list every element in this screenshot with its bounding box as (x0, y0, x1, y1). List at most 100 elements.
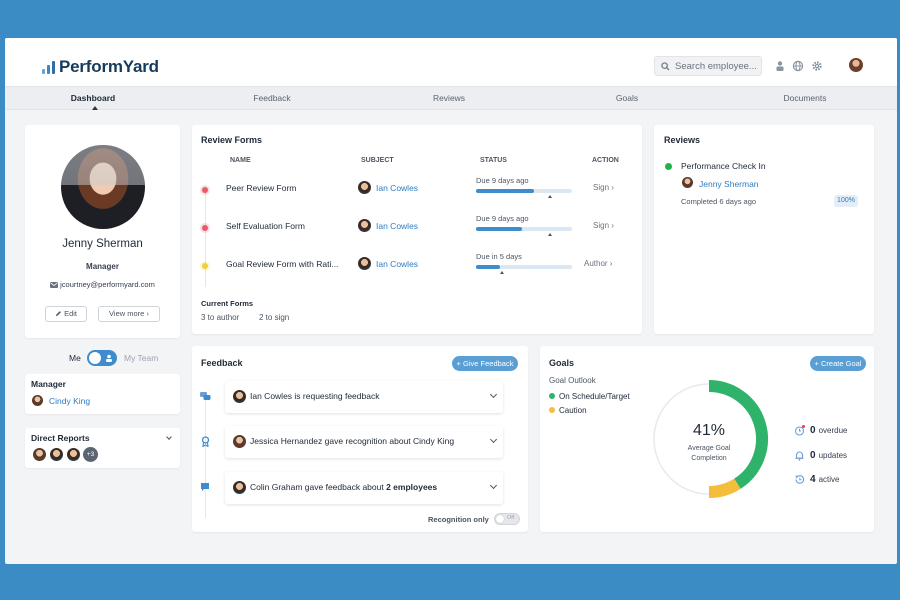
status-progress-fill (476, 227, 523, 231)
search-box[interactable] (654, 56, 762, 76)
user-avatar[interactable] (849, 58, 863, 72)
review-form-row[interactable]: Peer Review Form Ian Cowles Due 9 days ago… (192, 176, 642, 207)
toggle-team-label[interactable]: My Team (124, 353, 158, 363)
status-dot (202, 225, 208, 231)
edit-label: Edit (64, 309, 78, 318)
tab-documents[interactable]: Documents (745, 87, 865, 111)
toggle-me-label[interactable]: Me (69, 353, 81, 363)
subject-name[interactable]: Ian Cowles (376, 221, 418, 231)
search-input[interactable] (675, 60, 761, 72)
review-percent-badge: 100% (834, 195, 858, 207)
progress-marker-icon (548, 233, 552, 236)
form-name[interactable]: Peer Review Form (226, 183, 296, 193)
tab-reviews[interactable]: Reviews (389, 87, 509, 111)
progress-marker-icon (500, 271, 504, 274)
form-name[interactable]: Self Evaluation Form (226, 221, 305, 231)
history-icon (795, 475, 805, 484)
report-avatar[interactable] (66, 447, 81, 462)
subject-avatar (358, 181, 371, 194)
status-progress-bar (476, 265, 572, 269)
recognition-only-toggle[interactable]: Off (494, 513, 520, 525)
manager-card: Manager Cindy King (25, 374, 180, 414)
toggle-knob (89, 352, 101, 364)
direct-reports-card: Direct Reports +3 (25, 428, 180, 468)
app-window: PerformYard Dashboard Feedback Reviews G… (5, 38, 897, 564)
me-team-toggle[interactable] (87, 350, 117, 366)
view-more-button[interactable]: View more › (98, 306, 160, 322)
feedback-item[interactable]: Ian Cowles is requesting feedback (225, 381, 503, 413)
logo[interactable]: PerformYard (42, 57, 159, 77)
manager-name[interactable]: Cindy King (49, 396, 90, 406)
main-nav: Dashboard Feedback Reviews Goals Documen… (5, 86, 897, 110)
chevron-down-icon[interactable] (489, 435, 498, 444)
review-forms-title: Review Forms (201, 135, 263, 145)
bell-icon (795, 451, 804, 461)
chevron-down-icon[interactable] (489, 481, 498, 490)
chat-bubbles-icon (200, 392, 211, 400)
col-header-subject: SUBJECT (361, 157, 394, 164)
create-goal-button[interactable]: + Create Goal (810, 356, 866, 371)
overdue-stat[interactable]: 0 overdue (810, 425, 847, 436)
row-action[interactable]: Author › (584, 259, 612, 268)
status-text: Due 9 days ago (476, 214, 529, 223)
reviews-title: Reviews (664, 135, 701, 145)
report-avatar[interactable] (49, 447, 64, 462)
tab-feedback[interactable]: Feedback (212, 87, 332, 111)
active-stat[interactable]: 4 active (810, 474, 839, 485)
review-item-title[interactable]: Performance Check In (681, 161, 766, 171)
feedback-card: Feedback + Give Feedback Ian Cowles is r… (192, 346, 528, 532)
feedback-item-text: Ian Cowles is requesting feedback (250, 391, 380, 401)
updates-stat[interactable]: 0 updates (810, 450, 847, 461)
profile-card: Jenny Sherman Manager jcourtney@performy… (25, 125, 180, 338)
completion-percent: 41% (692, 422, 726, 439)
goal-outlook-label: Goal Outlook (549, 376, 596, 385)
logo-bars-icon (42, 60, 55, 74)
review-form-row[interactable]: Self Evaluation Form Ian Cowles Due 9 days… (192, 214, 642, 245)
review-form-row[interactable]: Goal Review Form with Rati... Ian Cowles D… (192, 252, 642, 283)
review-completed-text: Completed 6 days ago (681, 197, 757, 206)
globe-icon[interactable] (792, 60, 804, 72)
status-progress-bar (476, 189, 572, 193)
feedback-item[interactable]: Jessica Hernandez gave recognition about… (225, 426, 503, 458)
form-name[interactable]: Goal Review Form with Rati... (226, 259, 338, 269)
progress-marker-icon (548, 195, 552, 198)
view-more-label: View more (109, 309, 145, 318)
goals-title: Goals (549, 358, 575, 368)
to-author-link[interactable]: 3 to author (201, 313, 239, 322)
feedback-item[interactable]: Colin Graham gave feedback about 2 emplo… (225, 472, 503, 504)
tab-goals[interactable]: Goals (567, 87, 687, 111)
report-avatar[interactable] (32, 447, 47, 462)
review-person-name[interactable]: Jenny Sherman (699, 179, 759, 189)
caution-arc (708, 478, 741, 498)
subject-name[interactable]: Ian Cowles (376, 183, 418, 193)
status-progress-bar (476, 227, 572, 231)
feedback-avatar (233, 390, 246, 403)
subject-name[interactable]: Ian Cowles (376, 259, 418, 269)
edit-profile-button[interactable]: Edit (45, 306, 87, 322)
to-sign-link[interactable]: 2 to sign (259, 313, 289, 322)
status-progress-fill (476, 265, 500, 269)
active-tab-indicator (92, 106, 98, 110)
give-feedback-button[interactable]: + Give Feedback (452, 356, 518, 371)
org-chart-icon[interactable] (774, 60, 786, 72)
status-dot (202, 187, 208, 193)
subject-avatar (358, 257, 371, 270)
toggle-knob (496, 515, 504, 523)
subject-avatar (358, 219, 371, 232)
recognition-only-label: Recognition only (428, 515, 489, 524)
row-action[interactable]: Sign › (593, 183, 614, 192)
chevron-down-icon[interactable] (489, 390, 498, 399)
logo-text: PerformYard (59, 57, 159, 76)
profile-email-row: jcourtney@performyard.com (25, 280, 180, 289)
more-reports-badge[interactable]: +3 (83, 447, 98, 462)
manager-avatar (32, 395, 43, 406)
status-dot (202, 263, 208, 269)
chevron-down-icon[interactable] (166, 434, 172, 440)
legend-caution: Caution (549, 406, 587, 415)
award-ribbon-icon (201, 436, 210, 447)
alarm-clock-icon (794, 425, 805, 436)
settings-gear-icon[interactable] (811, 60, 823, 72)
profile-email[interactable]: jcourtney@performyard.com (60, 280, 155, 289)
row-action[interactable]: Sign › (593, 221, 614, 230)
comment-icon (201, 483, 209, 491)
